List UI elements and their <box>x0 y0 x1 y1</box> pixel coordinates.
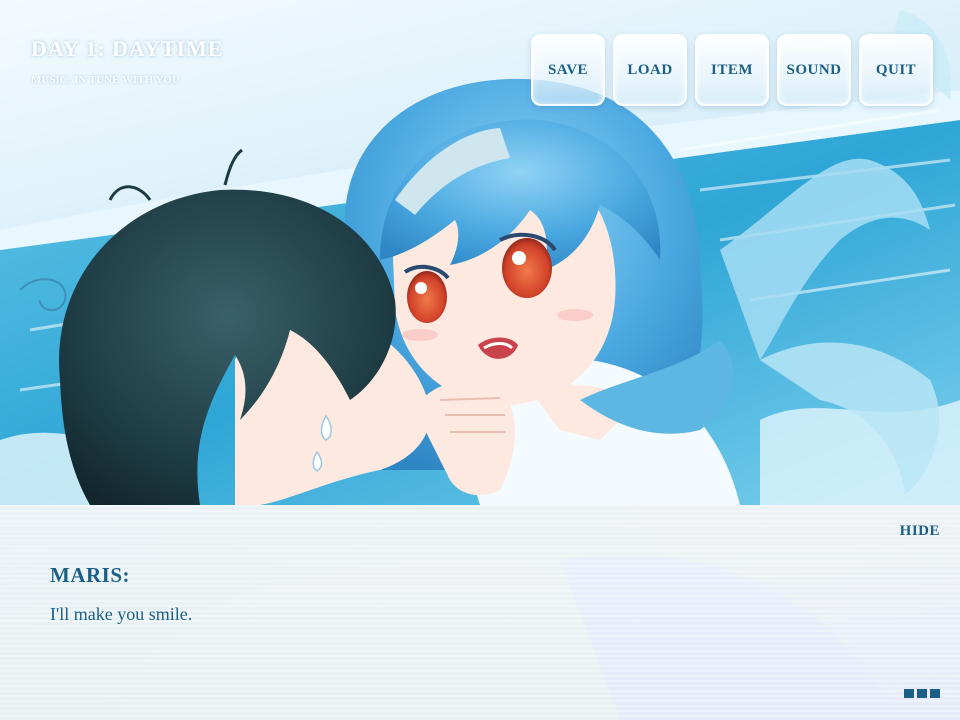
advance-dot <box>904 689 914 698</box>
advance-dots-icon[interactable] <box>904 689 940 698</box>
game-menu: SAVE LOAD ITEM SOUND QUIT <box>531 34 933 106</box>
dialogue-box[interactable]: HIDE MARIS: I'll make you smile. <box>0 505 960 720</box>
sound-button[interactable]: SOUND <box>777 34 851 106</box>
item-button[interactable]: ITEM <box>695 34 769 106</box>
game-screen: DAY 1: DAYTIME MUSIC: IN TUNE WITH YOU S… <box>0 0 960 720</box>
save-button[interactable]: SAVE <box>531 34 605 106</box>
music-track-label: MUSIC: IN TUNE WITH YOU <box>31 74 180 86</box>
quit-button[interactable]: QUIT <box>859 34 933 106</box>
dialogue-text: I'll make you smile. <box>50 604 193 624</box>
speaker-name: MARIS: <box>50 563 130 587</box>
load-button[interactable]: LOAD <box>613 34 687 106</box>
advance-dot <box>917 689 927 698</box>
day-title: DAY 1: DAYTIME <box>31 36 224 61</box>
advance-dot <box>930 689 940 698</box>
hide-button[interactable]: HIDE <box>900 523 940 540</box>
